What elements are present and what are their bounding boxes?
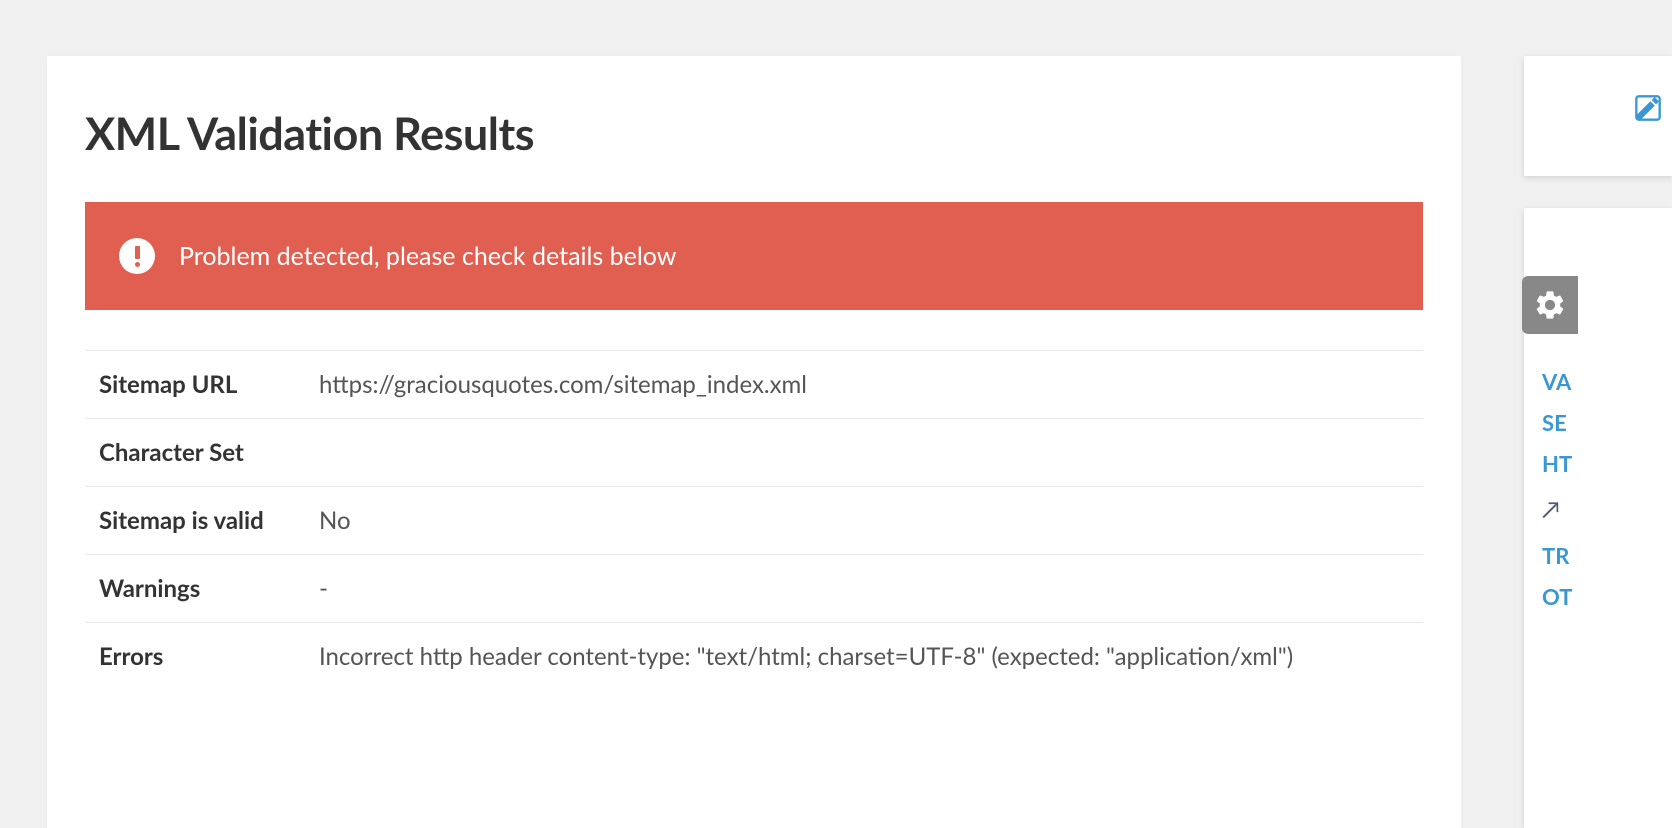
results-table: Sitemap URL https://graciousquotes.com/s…: [85, 350, 1423, 690]
table-row: Sitemap URL https://graciousquotes.com/s…: [85, 350, 1423, 418]
sidebar-links-list: VA SE HT ↗ TR OT: [1542, 368, 1572, 610]
row-value-warnings: -: [319, 574, 1409, 603]
edit-icon[interactable]: [1634, 94, 1662, 122]
table-row: Warnings -: [85, 554, 1423, 622]
sidebar-link-tr[interactable]: TR: [1542, 542, 1572, 569]
row-label-sitemap-url: Sitemap URL: [99, 370, 319, 399]
row-label-errors: Errors: [99, 642, 319, 671]
row-value-errors: Incorrect http header content-type: "tex…: [319, 642, 1409, 671]
sidebar-link-seo[interactable]: SE: [1542, 409, 1572, 436]
alert-message: Problem detected, please check details b…: [179, 241, 676, 271]
row-label-warnings: Warnings: [99, 574, 319, 603]
row-value-sitemap-url: https://graciousquotes.com/sitemap_index…: [319, 370, 1409, 399]
row-label-charset: Character Set: [99, 438, 319, 467]
sidebar-link-other[interactable]: OT: [1542, 583, 1572, 610]
row-label-valid: Sitemap is valid: [99, 506, 319, 535]
main-results-card: XML Validation Results Problem detected,…: [47, 56, 1461, 828]
sidebar-link-arrow[interactable]: ↗: [1542, 491, 1572, 528]
page-title: XML Validation Results: [85, 106, 1423, 160]
row-value-valid: No: [319, 506, 1409, 535]
gear-icon: [1533, 288, 1567, 322]
sidebar-nav-card: VA SE HT ↗ TR OT: [1524, 208, 1672, 828]
problem-alert: Problem detected, please check details b…: [85, 202, 1423, 310]
sidebar-link-html[interactable]: HT: [1542, 450, 1572, 477]
settings-gear-button[interactable]: [1522, 276, 1578, 334]
alert-icon: [119, 238, 155, 274]
sidebar-link-validation[interactable]: VA: [1542, 368, 1572, 395]
sidebar-top-card: [1524, 56, 1672, 176]
table-row: Character Set: [85, 418, 1423, 486]
table-row: Sitemap is valid No: [85, 486, 1423, 554]
table-row: Errors Incorrect http header content-typ…: [85, 622, 1423, 690]
